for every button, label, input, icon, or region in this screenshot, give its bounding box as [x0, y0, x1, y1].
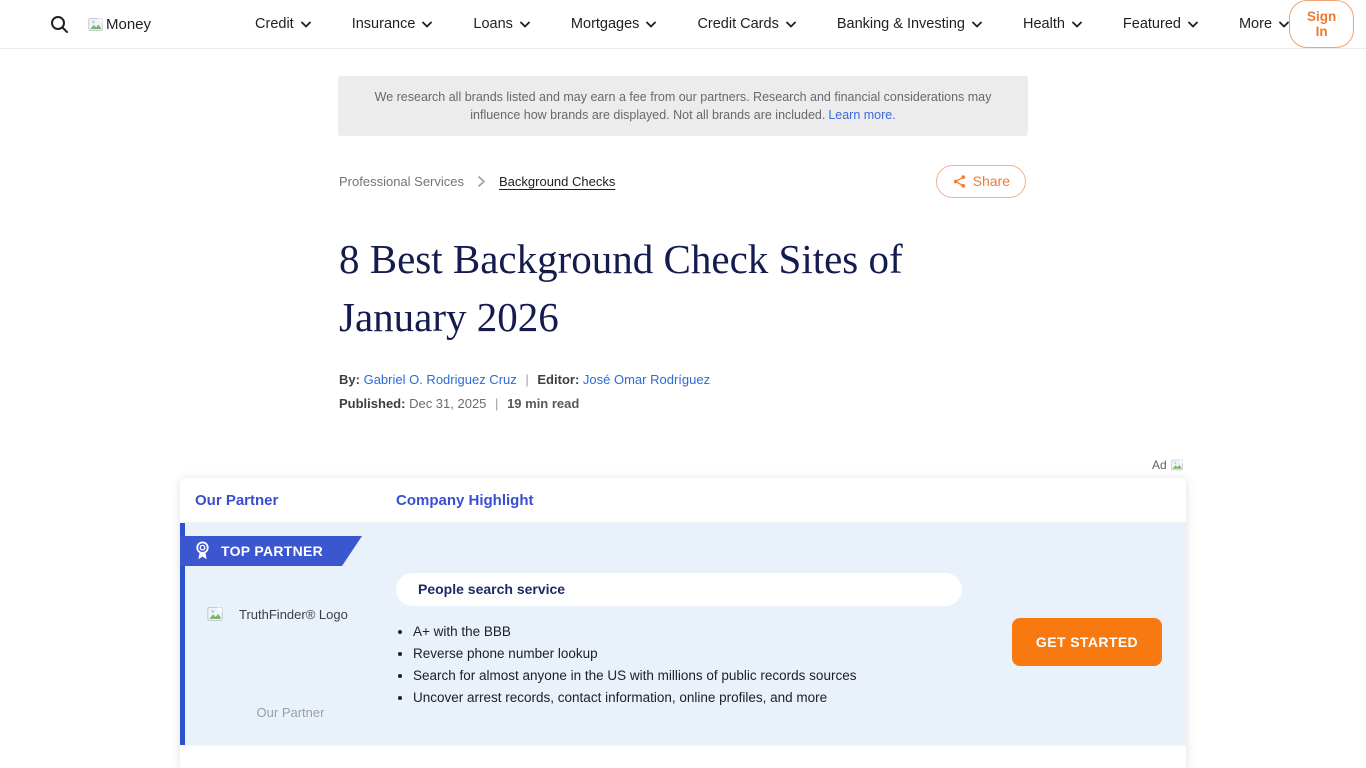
- chevron-down-icon: [646, 21, 656, 28]
- byline: By: Gabriel O. Rodriguez Cruz | Editor: …: [339, 372, 710, 420]
- nav-item-banking-investing[interactable]: Banking & Investing: [837, 16, 982, 32]
- chevron-down-icon: [1072, 21, 1082, 28]
- chevron-right-icon: [478, 176, 485, 187]
- editor-link[interactable]: José Omar Rodríguez: [583, 372, 710, 387]
- nav-label: Mortgages: [571, 16, 640, 32]
- partner-logo[interactable]: TruthFinder® Logo: [206, 605, 348, 623]
- advertiser-disclosure: We research all brands listed and may ea…: [338, 76, 1028, 136]
- medal-icon: [195, 541, 210, 561]
- share-icon: [952, 174, 967, 189]
- ad-info-broken-image-icon: [1170, 458, 1184, 472]
- nav-label: Credit: [255, 16, 294, 32]
- page: Money Credit Insurance Loans Mortgages C…: [0, 0, 1366, 768]
- nav-item-health[interactable]: Health: [1023, 16, 1082, 32]
- highlight-item: Reverse phone number lookup: [413, 647, 973, 661]
- partner-comparison-table: Our Partner Company Highlight TOP PARTNE…: [180, 478, 1186, 768]
- breadcrumb-parent-link[interactable]: Professional Services: [339, 174, 464, 189]
- search-button[interactable]: [50, 13, 69, 35]
- highlight-item: A+ with the BBB: [413, 625, 973, 639]
- nav-label: Loans: [473, 16, 513, 32]
- sign-in-button[interactable]: Sign In: [1289, 0, 1354, 48]
- by-label: By:: [339, 372, 360, 387]
- disclosure-text: We research all brands listed and may ea…: [375, 90, 992, 122]
- ad-label: Ad: [1152, 458, 1167, 472]
- top-partner-badge: TOP PARTNER: [180, 536, 362, 566]
- nav-label: More: [1239, 16, 1272, 32]
- highlight-item: Uncover arrest records, contact informat…: [413, 691, 973, 705]
- share-button[interactable]: Share: [936, 165, 1026, 198]
- chevron-down-icon: [1188, 21, 1198, 28]
- byline-separator: |: [520, 372, 533, 387]
- service-category-pill: People search service: [396, 573, 962, 606]
- nav-item-more[interactable]: More: [1239, 16, 1289, 32]
- author-row: By: Gabriel O. Rodriguez Cruz | Editor: …: [339, 372, 710, 387]
- column-header-our-partner: Our Partner: [180, 492, 396, 509]
- search-icon: [50, 15, 69, 34]
- next-table-row-partial: [180, 745, 1186, 768]
- column-header-company-highlight: Company Highlight: [396, 492, 534, 509]
- nav-item-loans[interactable]: Loans: [473, 16, 530, 32]
- page-title: 8 Best Background Check Sites of January…: [339, 230, 1039, 346]
- breadcrumb: Professional Services Background Checks: [339, 174, 615, 189]
- byline-separator: |: [490, 396, 503, 411]
- chevron-down-icon: [972, 21, 982, 28]
- chevron-down-icon: [422, 21, 432, 28]
- main-navigation: Credit Insurance Loans Mortgages Credit …: [255, 16, 1289, 32]
- company-highlight-list: A+ with the BBB Reverse phone number loo…: [413, 625, 973, 713]
- learn-more-link[interactable]: Learn more.: [828, 108, 895, 122]
- author-link[interactable]: Gabriel O. Rodriguez Cruz: [364, 372, 517, 387]
- chevron-down-icon: [520, 21, 530, 28]
- nav-item-credit-cards[interactable]: Credit Cards: [697, 16, 795, 32]
- ad-tag: Ad: [1152, 458, 1184, 472]
- money-logo[interactable]: Money: [87, 16, 151, 33]
- read-time: 19 min read: [507, 396, 579, 411]
- top-navigation-bar: Money Credit Insurance Loans Mortgages C…: [0, 0, 1366, 49]
- get-started-button[interactable]: GET STARTED: [1012, 618, 1162, 666]
- truthfinder-logo-broken-image-icon: [206, 605, 224, 623]
- breadcrumb-current-link[interactable]: Background Checks: [499, 174, 615, 189]
- nav-label: Banking & Investing: [837, 16, 965, 32]
- breadcrumb-row: Professional Services Background Checks …: [339, 164, 1026, 198]
- nav-item-mortgages[interactable]: Mortgages: [571, 16, 657, 32]
- table-header-row: Our Partner Company Highlight: [180, 478, 1186, 523]
- chevron-down-icon: [301, 21, 311, 28]
- nav-label: Credit Cards: [697, 16, 778, 32]
- nav-label: Featured: [1123, 16, 1181, 32]
- top-partner-badge-label: TOP PARTNER: [221, 543, 323, 559]
- highlight-item: Search for almost anyone in the US with …: [413, 669, 973, 683]
- published-date: Dec 31, 2025: [409, 396, 486, 411]
- published-row: Published: Dec 31, 2025 | 19 min read: [339, 396, 710, 411]
- nav-label: Insurance: [352, 16, 416, 32]
- money-logo-alt-text: Money: [106, 16, 151, 33]
- nav-item-credit[interactable]: Credit: [255, 16, 311, 32]
- nav-label: Health: [1023, 16, 1065, 32]
- nav-item-insurance[interactable]: Insurance: [352, 16, 433, 32]
- editor-label: Editor:: [537, 372, 579, 387]
- top-partner-row: TOP PARTNER TruthFinder® Logo Our Partne…: [180, 523, 1186, 745]
- nav-item-featured[interactable]: Featured: [1123, 16, 1198, 32]
- broken-image-icon: [87, 16, 104, 33]
- our-partner-caption: Our Partner: [185, 705, 396, 720]
- chevron-down-icon: [786, 21, 796, 28]
- chevron-down-icon: [1279, 21, 1289, 28]
- share-button-label: Share: [973, 173, 1010, 189]
- published-label: Published:: [339, 396, 405, 411]
- partner-logo-alt-text: TruthFinder® Logo: [239, 607, 348, 622]
